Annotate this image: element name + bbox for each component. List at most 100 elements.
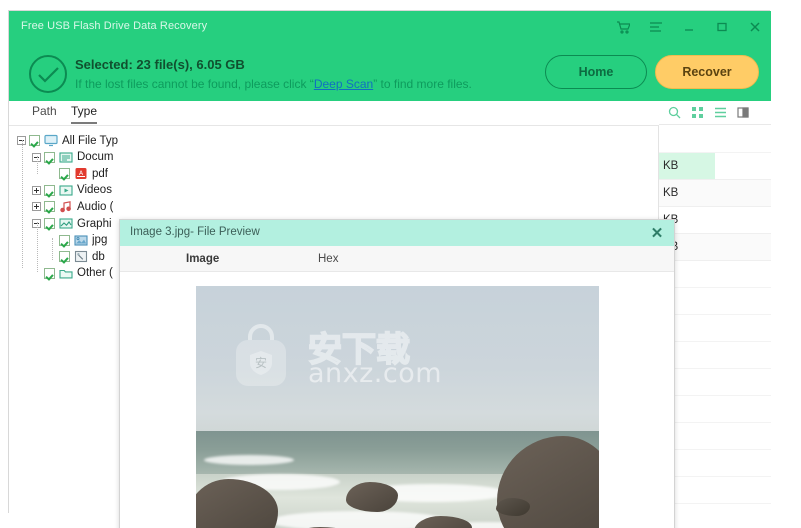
document-icon bbox=[59, 151, 73, 164]
tree-item[interactable]: Videos bbox=[32, 182, 112, 199]
image-icon bbox=[74, 234, 88, 247]
file-meta-cell bbox=[715, 153, 771, 179]
table-row[interactable] bbox=[659, 396, 771, 423]
tree-item[interactable]: db bbox=[47, 248, 105, 265]
tree-item-label: pdf bbox=[92, 167, 108, 180]
tree-item[interactable]: Other ( bbox=[32, 265, 113, 282]
list-view-icon[interactable] bbox=[714, 106, 727, 119]
tree-expander-icon[interactable] bbox=[32, 202, 41, 212]
app-header: Free USB Flash Drive Data Recovery Selec… bbox=[9, 11, 771, 101]
window-title: Free USB Flash Drive Data Recovery bbox=[21, 20, 208, 32]
tree-checkbox[interactable] bbox=[59, 251, 70, 263]
tree-item[interactable]: Graphi bbox=[32, 215, 112, 232]
tab-path[interactable]: Path bbox=[32, 104, 57, 122]
hint-prefix: If the lost files cannot be found, pleas… bbox=[75, 77, 314, 91]
photo-rock bbox=[496, 497, 530, 516]
file-meta-cell bbox=[715, 207, 771, 233]
file-list-panel: KBKBKBKB bbox=[659, 101, 771, 514]
tree-item-label: Other ( bbox=[77, 267, 113, 280]
detail-view-icon[interactable] bbox=[737, 106, 750, 119]
file-meta-cell bbox=[715, 450, 771, 476]
tree-guide-line bbox=[22, 140, 23, 268]
table-row[interactable]: KB bbox=[659, 207, 771, 234]
file-size-cell: KB bbox=[663, 187, 679, 199]
file-preview-dialog: Image 3.jpg- File Preview ✕ Image Hex 安 … bbox=[119, 219, 675, 528]
file-meta-cell bbox=[715, 288, 771, 314]
image-viewer: 安 安下载 anxz.com bbox=[120, 272, 674, 528]
tree-checkbox[interactable] bbox=[59, 234, 70, 246]
deep-scan-link[interactable]: Deep Scan bbox=[314, 77, 373, 91]
table-row[interactable] bbox=[659, 261, 771, 288]
table-row[interactable]: KB bbox=[659, 180, 771, 207]
home-button[interactable]: Home bbox=[545, 55, 647, 89]
table-row[interactable] bbox=[659, 369, 771, 396]
file-list-rows: KBKBKBKB bbox=[659, 126, 771, 514]
tree-item[interactable]: jpg bbox=[47, 232, 107, 249]
file-list-toolbar bbox=[659, 101, 771, 125]
file-meta-cell bbox=[715, 369, 771, 395]
deep-scan-hint: If the lost files cannot be found, pleas… bbox=[75, 77, 472, 91]
check-circle-icon bbox=[29, 55, 67, 93]
file-meta-cell bbox=[715, 261, 771, 287]
table-row[interactable] bbox=[659, 423, 771, 450]
menu-icon[interactable] bbox=[648, 19, 664, 35]
close-button[interactable] bbox=[747, 19, 763, 35]
watermark-bag-icon: 安 bbox=[230, 324, 292, 390]
tree-checkbox[interactable] bbox=[29, 135, 40, 146]
tree-item[interactable]: All File Typ bbox=[17, 132, 118, 149]
tree-item-label: Audio ( bbox=[77, 200, 114, 213]
search-icon[interactable] bbox=[668, 106, 681, 119]
tree-item-label: Videos bbox=[77, 184, 112, 197]
table-row[interactable]: KB bbox=[659, 234, 771, 261]
photo-foam bbox=[204, 454, 295, 465]
tree-item-label: jpg bbox=[92, 234, 108, 247]
tree-item[interactable]: Docum bbox=[32, 149, 113, 166]
watermark: 安 安下载 anxz.com bbox=[230, 320, 460, 398]
db-icon bbox=[74, 250, 88, 263]
recover-button[interactable]: Recover bbox=[655, 55, 759, 89]
tree-expander-spacer bbox=[47, 169, 56, 178]
video-icon bbox=[59, 184, 73, 197]
screen-root: Free USB Flash Drive Data Recovery Selec… bbox=[0, 0, 801, 528]
graphics-icon bbox=[59, 217, 73, 230]
tab-hex[interactable]: Hex bbox=[318, 253, 338, 265]
tab-type[interactable]: Type bbox=[71, 104, 98, 124]
file-size-cell bbox=[659, 126, 715, 152]
selected-summary: Selected: 23 file(s), 6.05 GB bbox=[75, 57, 245, 72]
tab-image[interactable]: Image bbox=[186, 253, 219, 265]
table-row[interactable]: KB bbox=[659, 153, 771, 180]
grid-view-icon[interactable] bbox=[691, 106, 704, 119]
file-meta-cell bbox=[715, 315, 771, 341]
tree-item-label: db bbox=[92, 250, 105, 263]
table-row[interactable] bbox=[659, 315, 771, 342]
table-row[interactable] bbox=[659, 477, 771, 504]
table-row[interactable] bbox=[659, 342, 771, 369]
tree-checkbox[interactable] bbox=[44, 201, 55, 213]
tree-checkbox[interactable] bbox=[44, 184, 55, 196]
window-controls bbox=[615, 19, 763, 35]
tree-checkbox[interactable] bbox=[44, 218, 55, 229]
cart-icon[interactable] bbox=[615, 19, 631, 35]
pdf-icon: A bbox=[74, 167, 88, 180]
dialog-tabs: Image Hex bbox=[120, 246, 674, 272]
tree-checkbox[interactable] bbox=[59, 168, 70, 180]
table-row[interactable] bbox=[659, 288, 771, 315]
tree-checkbox[interactable] bbox=[44, 151, 55, 163]
tree-checkbox[interactable] bbox=[44, 267, 55, 279]
tree-item-label: Docum bbox=[77, 151, 114, 164]
photo-rock bbox=[346, 481, 398, 512]
tree-item[interactable]: Audio ( bbox=[32, 198, 113, 215]
preview-photo: 安 安下载 anxz.com bbox=[196, 286, 599, 528]
tree-expander-icon[interactable] bbox=[32, 185, 41, 195]
tree-item[interactable]: Apdf bbox=[47, 165, 108, 182]
application-window: Free USB Flash Drive Data Recovery Selec… bbox=[8, 10, 771, 528]
maximize-button[interactable] bbox=[714, 19, 730, 35]
monitor-icon bbox=[44, 134, 58, 147]
table-row[interactable] bbox=[659, 126, 771, 153]
minimize-button[interactable] bbox=[681, 19, 697, 35]
table-row[interactable] bbox=[659, 450, 771, 477]
audio-icon bbox=[59, 200, 73, 213]
close-icon[interactable]: ✕ bbox=[649, 225, 665, 241]
tree-guide-line bbox=[52, 238, 53, 260]
dialog-titlebar: Image 3.jpg- File Preview ✕ bbox=[120, 220, 674, 246]
